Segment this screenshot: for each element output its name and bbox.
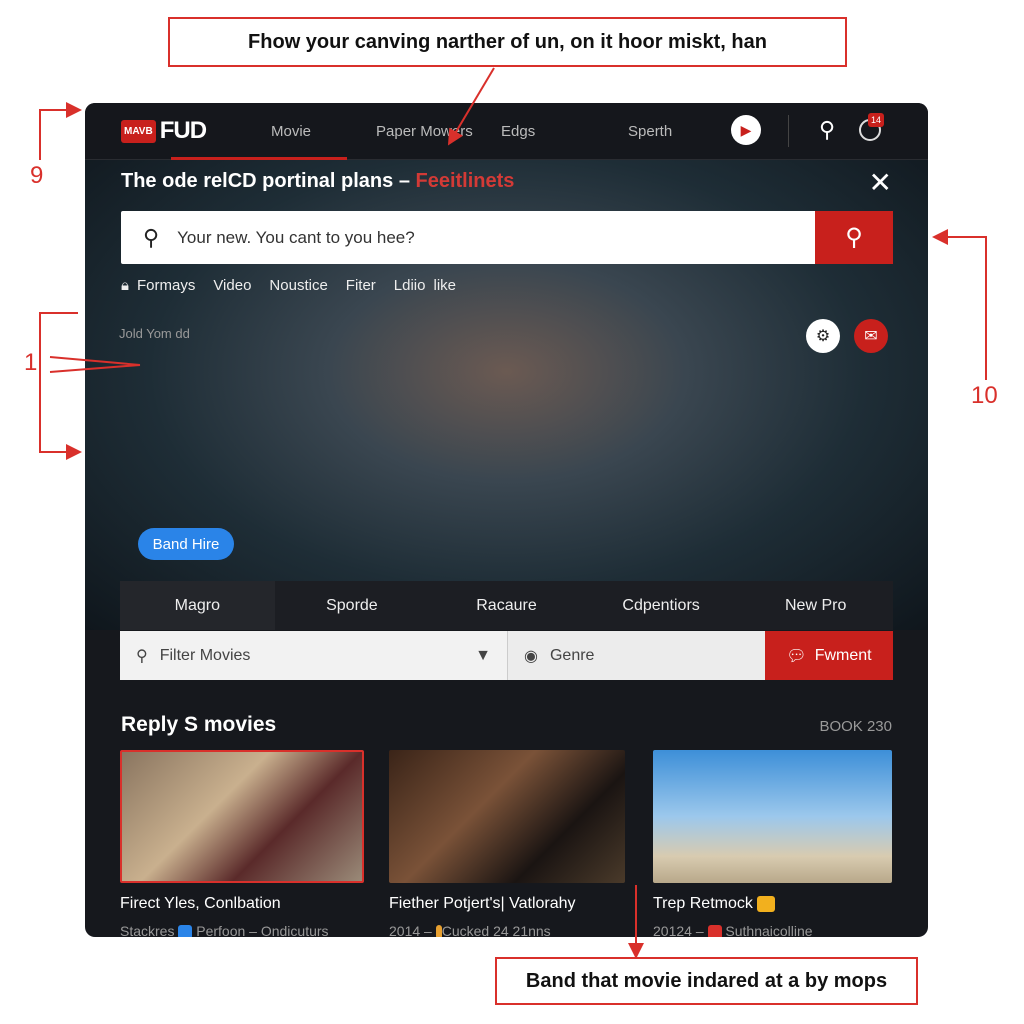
tab-magro[interactable]: Magro [120, 581, 275, 630]
arrow [39, 312, 82, 460]
arrow [49, 356, 141, 366]
arrow [39, 102, 82, 160]
arrow [447, 67, 495, 146]
arrow [49, 364, 141, 373]
annotation-arrows [39, 67, 987, 959]
tab-new-pro[interactable]: New Pro [738, 581, 893, 630]
tab-racaure[interactable]: Racaure [429, 581, 584, 630]
arrow [932, 229, 987, 380]
tab-sporde[interactable]: Sporde [275, 581, 430, 630]
tab-cdpentiors[interactable]: Cdpentiors [584, 581, 739, 630]
category-tabs: Magro Sporde Racaure Cdpentiors New Pro [120, 581, 893, 630]
